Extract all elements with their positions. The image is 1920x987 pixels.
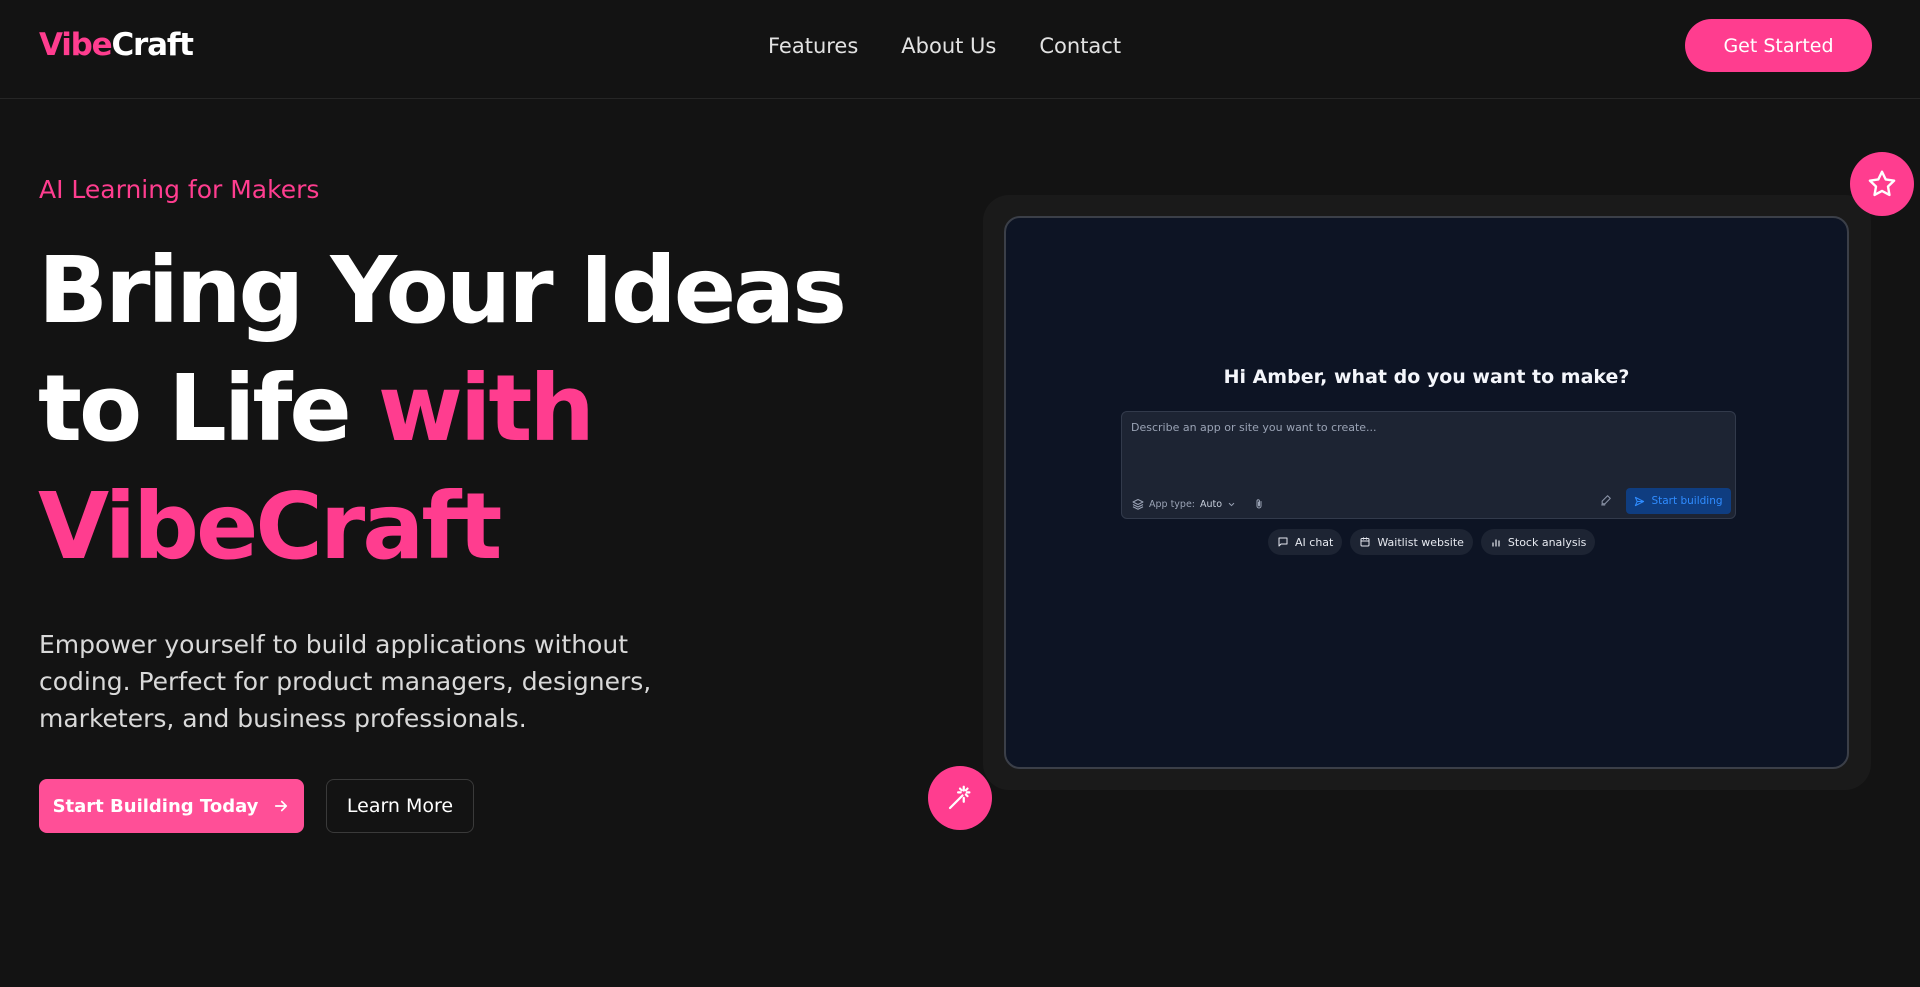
magic-wand-icon [945,783,975,813]
hero-headline: Bring Your Ideas to Life with VibeCraft [38,232,918,586]
headline-line-2-white: to Life [38,355,378,462]
hero-subtext: Empower yourself to build applications w… [39,630,652,733]
paperclip-icon[interactable] [1253,498,1265,510]
start-building-today-button[interactable]: Start Building Today [39,779,304,833]
preview-screen: Hi Amber, what do you want to make? Desc… [1004,216,1849,769]
logo-vibe: Vibe [39,27,113,63]
prompt-input[interactable]: Describe an app or site you want to crea… [1121,411,1736,519]
star-button[interactable] [1850,152,1914,216]
chip-label: Waitlist website [1377,535,1464,549]
bar-chart-icon [1490,536,1502,548]
main-nav: Features About Us Contact [768,31,1121,61]
logo-craft: Craft [111,27,194,63]
headline-line-3-pink: VibeCraft [38,473,502,580]
headline-line-2-pink: with [377,355,595,462]
start-building-button[interactable]: Start building [1626,488,1731,514]
suggestion-chips: AI chat Waitlist website Stock analysis [1268,529,1596,555]
calendar-icon [1359,536,1371,548]
edit-icon[interactable] [1600,493,1613,506]
magic-wand-button[interactable] [928,766,992,830]
chevron-down-icon [1227,500,1236,509]
send-icon [1634,496,1645,507]
site-header: VibeCraft Features About Us Contact Get … [0,0,1920,99]
app-type-value: Auto [1200,498,1223,510]
preview-greeting: Hi Amber, what do you want to make? [1223,366,1630,388]
hero-eyebrow: AI Learning for Makers [39,175,320,204]
app-type-label: App type: [1149,498,1196,510]
learn-more-button[interactable]: Learn More [326,779,474,833]
nav-link-about-us[interactable]: About Us [901,31,996,61]
chat-icon [1277,536,1289,548]
chip-label: Stock analysis [1507,535,1587,549]
get-started-button[interactable]: Get Started [1685,19,1872,72]
nav-link-contact[interactable]: Contact [1039,31,1121,61]
start-building-today-label: Start Building Today [52,795,259,817]
chip-label: AI chat [1295,535,1334,549]
headline-line-1: Bring Your Ideas [38,237,847,344]
app-type-select[interactable]: App type: Auto [1132,497,1265,511]
layers-icon [1132,498,1144,510]
chip-stock-analysis[interactable]: Stock analysis [1480,529,1596,555]
prompt-placeholder: Describe an app or site you want to crea… [1131,421,1377,434]
start-building-label: Start building [1651,495,1723,507]
logo[interactable]: VibeCraft [39,26,194,64]
star-icon [1866,168,1898,200]
arrow-right-icon [272,797,290,815]
chip-waitlist-website[interactable]: Waitlist website [1350,529,1473,555]
chip-ai-chat[interactable]: AI chat [1268,529,1343,555]
nav-link-features[interactable]: Features [768,31,858,61]
